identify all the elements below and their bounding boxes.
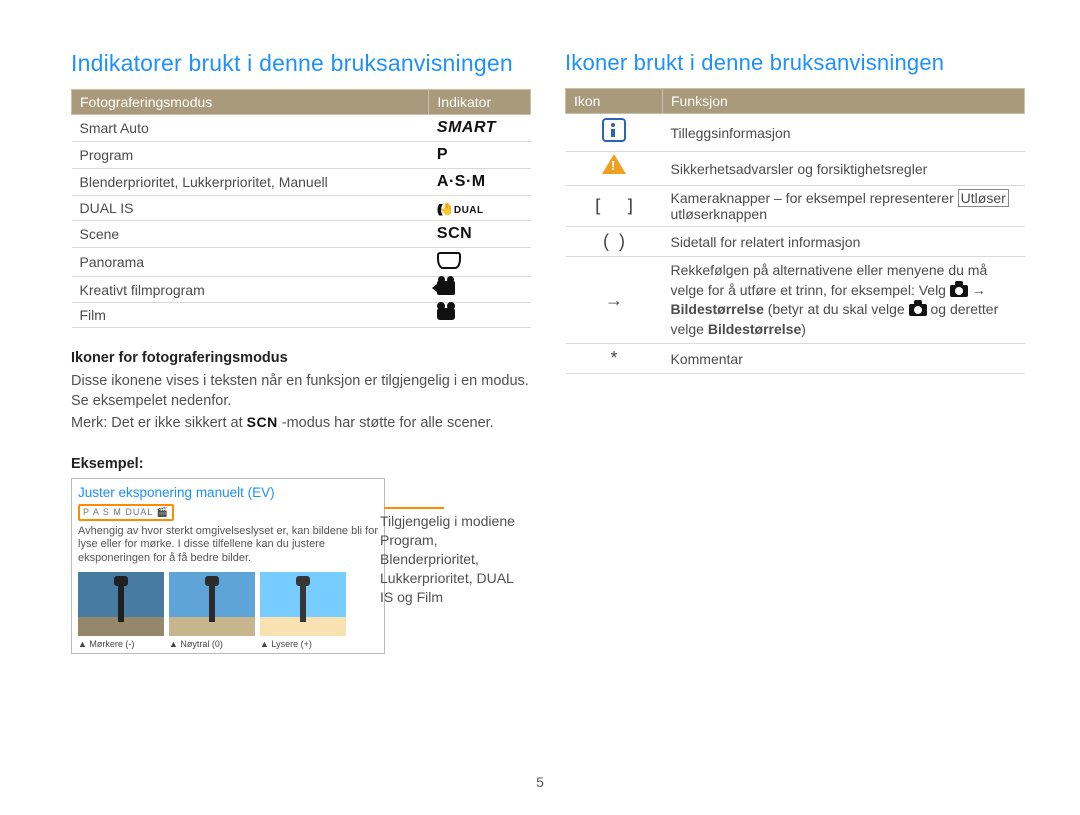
note-pre: Merk: Det er ikke sikkert at xyxy=(71,415,247,431)
note-post: -modus har støtte for alle scener. xyxy=(282,415,494,431)
cap-darker: ▲ Mørkere (-) xyxy=(78,639,164,649)
mode-cell: Panorama xyxy=(72,248,429,277)
table-row: Kreativt filmprogram xyxy=(72,277,531,303)
body-note: Merk: Det er ikke sikkert at SCN -modus … xyxy=(71,413,531,434)
page-number: 5 xyxy=(0,774,1080,790)
mode-tags: P A S M DUAL 🎬 xyxy=(78,504,174,521)
table-row: [ ] Kameraknapper – for eksempel represe… xyxy=(566,186,1025,227)
film-icon xyxy=(437,308,455,320)
icons-heading: Ikoner brukt i denne bruksanvisningen xyxy=(565,50,1025,76)
bold-bildestorrelse: Bildestørrelse xyxy=(708,321,801,337)
star-icon: * xyxy=(566,344,663,374)
body-text: Disse ikonene vises i teksten når en fun… xyxy=(71,372,531,411)
example-text: Avhengig av hvor sterkt omgivelseslyset … xyxy=(78,525,378,566)
thumb-neutral xyxy=(169,572,255,636)
asm-icon: A·S·M xyxy=(437,173,486,190)
table-row: Sikkerhetsadvarsler og forsiktighetsregl… xyxy=(566,152,1025,186)
table-row: Scene SCN xyxy=(72,221,531,248)
table-row: Smart Auto SMART xyxy=(72,115,531,142)
text: Rekkefølgen på alternativene eller menye… xyxy=(671,262,988,298)
table-row: Panorama xyxy=(72,248,531,277)
col-function: Funksjon xyxy=(663,89,1025,114)
table-row: Program P xyxy=(72,142,531,169)
subheading-icons-modes: Ikoner for fotograferingsmodus xyxy=(71,350,531,366)
paren-icon: ( ) xyxy=(566,227,663,257)
func-cell: Rekkefølgen på alternativene eller menye… xyxy=(663,257,1025,344)
text: Kameraknapper – for eksempel representer… xyxy=(671,190,958,206)
table-row: Blenderprioritet, Lukkerprioritet, Manue… xyxy=(72,169,531,196)
smart-icon: SMART xyxy=(437,119,496,136)
col-indicator: Indikator xyxy=(429,90,531,115)
indicators-table: Fotograferingsmodus Indikator Smart Auto… xyxy=(71,89,531,328)
creative-movie-icon xyxy=(437,281,455,295)
dual-is-icon: DUAL xyxy=(437,205,484,216)
table-row: DUAL IS DUAL xyxy=(72,196,531,221)
boxed-utloser: Utløser xyxy=(958,189,1009,207)
example-callout: Tilgjengelig i modiene Program, Blenderp… xyxy=(380,512,520,606)
col-mode: Fotograferingsmodus xyxy=(72,90,429,115)
func-cell: Sikkerhetsadvarsler og forsiktighetsregl… xyxy=(663,152,1025,186)
table-row: ( ) Sidetall for relatert informasjon xyxy=(566,227,1025,257)
mode-cell: Smart Auto xyxy=(72,115,429,142)
arrow-inline-icon: → xyxy=(968,282,986,298)
warning-icon xyxy=(602,154,626,174)
text: (betyr at du skal velge xyxy=(764,301,909,317)
panorama-icon xyxy=(437,252,461,269)
brackets-icon: [ ] xyxy=(566,186,663,227)
col-icon: Ikon xyxy=(566,89,663,114)
text: utløserknappen xyxy=(671,206,768,222)
func-cell: Tilleggsinformasjon xyxy=(663,114,1025,152)
scn-icon: SCN xyxy=(437,225,472,242)
scn-inline-icon: SCN xyxy=(247,414,278,430)
arrow-icon: → xyxy=(566,257,663,344)
mode-cell: Film xyxy=(72,303,429,328)
thumb-lighter xyxy=(260,572,346,636)
table-row: Film xyxy=(72,303,531,328)
bold-bildestorrelse: Bildestørrelse xyxy=(671,301,764,317)
p-icon: P xyxy=(437,146,448,163)
mode-cell: Blenderprioritet, Lukkerprioritet, Manue… xyxy=(72,169,429,196)
mode-cell: DUAL IS xyxy=(72,196,429,221)
thumb-darker xyxy=(78,572,164,636)
mode-cell: Kreativt filmprogram xyxy=(72,277,429,303)
text: ) xyxy=(801,321,806,337)
func-cell: Kameraknapper – for eksempel representer… xyxy=(663,186,1025,227)
table-row: → Rekkefølgen på alternativene eller men… xyxy=(566,257,1025,344)
example-label: Eksempel: xyxy=(71,456,531,472)
func-cell: Sidetall for relatert informasjon xyxy=(663,227,1025,257)
indicators-heading: Indikatorer brukt i denne bruksanvisning… xyxy=(71,50,531,77)
camera-icon xyxy=(909,304,927,316)
camera-icon xyxy=(950,285,968,297)
cap-neutral: ▲ Nøytral (0) xyxy=(169,639,255,649)
example-title: Juster eksponering manuelt (EV) xyxy=(78,485,378,500)
table-row: Tilleggsinformasjon xyxy=(566,114,1025,152)
example-box: Juster eksponering manuelt (EV) P A S M … xyxy=(71,478,385,654)
cap-lighter: ▲ Lysere (+) xyxy=(260,639,346,649)
table-row: * Kommentar xyxy=(566,344,1025,374)
func-cell: Kommentar xyxy=(663,344,1025,374)
icons-table: Ikon Funksjon Tilleggsinformasjon Sikker… xyxy=(565,88,1025,374)
mode-cell: Scene xyxy=(72,221,429,248)
info-icon xyxy=(602,118,626,142)
mode-cell: Program xyxy=(72,142,429,169)
